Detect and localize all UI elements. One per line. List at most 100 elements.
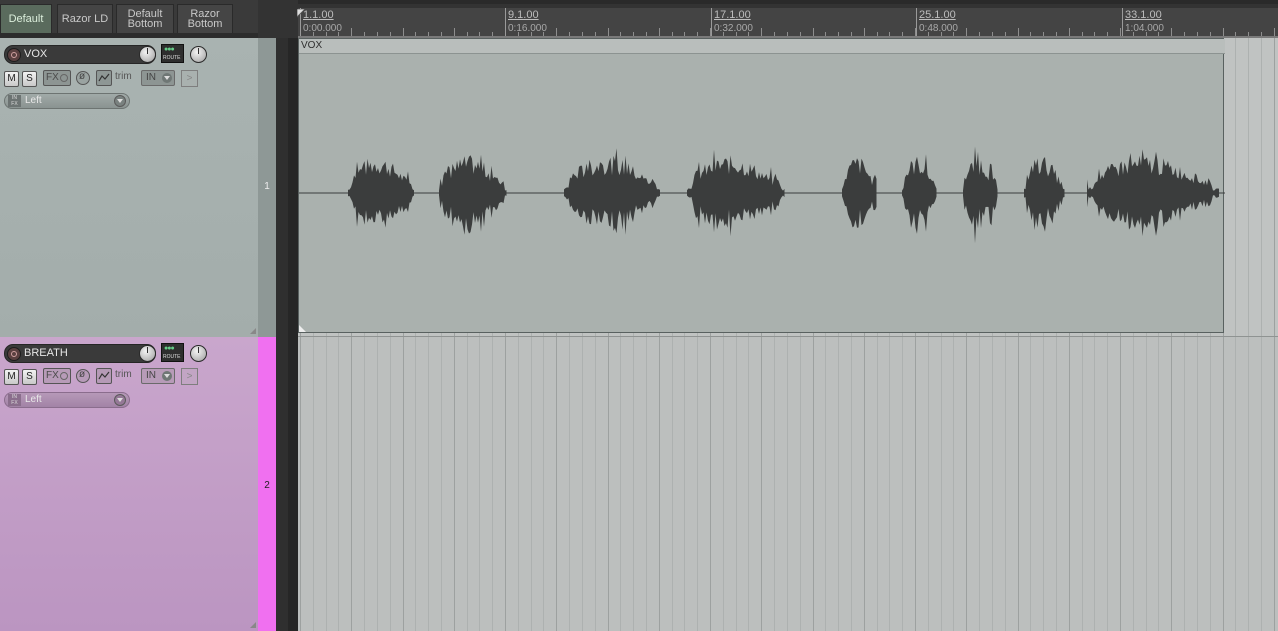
input-channel-value: Left <box>25 95 42 106</box>
ruler-tick <box>556 28 558 36</box>
input-fx-button[interactable]: IN <box>141 368 175 384</box>
grid-line <box>1260 38 1262 631</box>
volume-knob[interactable] <box>139 46 156 63</box>
input-channel-value: Left <box>25 394 42 405</box>
track-number-strip[interactable]: 2 <box>258 337 276 631</box>
track-control-panel-breath[interactable]: BREATH ●●● ROUTE M S FX trim IN > INFX L… <box>0 337 258 631</box>
ruler-tick <box>1171 28 1173 36</box>
track-name-box[interactable]: VOX <box>4 45 156 64</box>
tcp-arrange-divider-shadow <box>288 38 298 631</box>
ruler-time-label: 1:04.000 <box>1125 23 1164 34</box>
track-lane-breath[interactable] <box>298 337 1278 631</box>
track-name[interactable]: VOX <box>24 48 47 60</box>
envelope-label: trim <box>115 71 132 82</box>
fx-button[interactable]: FX <box>43 368 71 384</box>
edit-cursor-icon[interactable] <box>297 9 305 19</box>
ruler-time-label: 0:48.000 <box>919 23 958 34</box>
mute-button[interactable]: M <box>4 71 19 87</box>
input-label: IN <box>146 72 156 83</box>
record-arm-icon[interactable] <box>7 48 21 62</box>
ruler-tick <box>966 28 968 36</box>
ruler-tick <box>351 28 353 36</box>
fx-bypass-icon[interactable] <box>60 74 68 82</box>
ruler-tick <box>863 28 865 36</box>
ruler-tick <box>402 28 404 36</box>
send-icon[interactable]: > <box>181 70 198 87</box>
solo-button[interactable]: S <box>22 369 37 385</box>
record-arm-icon[interactable] <box>7 347 21 361</box>
pan-knob[interactable] <box>190 345 207 362</box>
track-name-box[interactable]: BREATH <box>4 344 156 363</box>
ruler-time-label: 0:32.000 <box>714 23 753 34</box>
screenset-tab-default[interactable]: Default <box>0 4 52 34</box>
ruler-measure-line <box>916 8 917 36</box>
ruler-measure-line <box>505 8 506 36</box>
envelope-button[interactable]: trim <box>96 368 136 384</box>
input-channel-select[interactable]: IN FX Left <box>4 392 130 408</box>
arrange-view[interactable]: VOX <box>298 38 1278 631</box>
track-control-panel-vox[interactable]: VOX ●●● ROUTE M S FX trim IN > INFX Left <box>0 38 258 337</box>
pan-knob[interactable] <box>190 46 207 63</box>
waveform-segment <box>687 149 785 237</box>
screenset-tab-label: Razor LD <box>61 13 109 25</box>
chevron-down-icon <box>114 394 126 406</box>
ruler-tick <box>453 28 455 36</box>
ruler-tick <box>1273 28 1275 36</box>
route-button[interactable]: ●●● ROUTE <box>161 343 184 362</box>
resize-grip-icon[interactable] <box>250 622 256 628</box>
phase-icon[interactable] <box>76 71 90 85</box>
ruler-measure-label: 9.1.00 <box>508 9 539 21</box>
solo-button[interactable]: S <box>22 71 37 87</box>
send-icon[interactable]: > <box>181 368 198 385</box>
media-item-header[interactable]: VOX <box>299 39 1225 54</box>
fade-in-handle-icon[interactable] <box>299 325 306 332</box>
chevron-down-icon <box>162 73 172 83</box>
screenset-tab-razor-bottom[interactable]: Razor Bottom <box>177 4 233 34</box>
waveform-segment <box>439 154 507 235</box>
volume-knob[interactable] <box>139 345 156 362</box>
route-label: ROUTE <box>163 354 181 360</box>
fx-label: FX <box>46 72 59 83</box>
track-number: 1 <box>264 181 270 192</box>
media-item-name: VOX <box>301 40 323 51</box>
fx-bypass-icon[interactable] <box>60 372 68 380</box>
timeline-ruler[interactable]: 1.1.00 0:00.000 9.1.00 0:16.000 17.1.00 0:32.… <box>298 8 1278 38</box>
ruler-measure-label: 25.1.00 <box>919 9 956 21</box>
resize-grip-icon[interactable] <box>250 328 256 334</box>
ruler-tick <box>1120 28 1121 36</box>
screenset-tab-default-bottom[interactable]: Default Bottom <box>116 4 174 34</box>
envelope-icon <box>96 70 112 86</box>
route-button[interactable]: ●●● ROUTE <box>161 44 184 63</box>
envelope-button[interactable]: trim <box>96 70 136 86</box>
ruler-measure-label: 17.1.00 <box>714 9 751 21</box>
ruler-tick <box>1068 28 1070 36</box>
waveform-segment <box>1087 149 1219 237</box>
media-item-vox[interactable]: VOX <box>298 38 1225 333</box>
route-io-icon: ●●● <box>164 46 175 53</box>
screenset-tab-label: Razor Bottom <box>187 8 223 30</box>
mute-button[interactable]: M <box>4 369 19 385</box>
input-fx-icon: IN FX <box>8 95 21 107</box>
ruler-measure-label: 1.1.00 <box>303 9 334 21</box>
waveform-segment <box>842 158 877 228</box>
phase-icon[interactable] <box>76 369 90 383</box>
ruler-time-label: 0:00.000 <box>303 23 342 34</box>
fx-button[interactable]: FX <box>43 70 71 86</box>
waveform-segment <box>1024 157 1065 232</box>
screenset-tab-label: Default Bottom <box>127 8 163 30</box>
track-number: 2 <box>264 480 270 491</box>
grid-line <box>1235 38 1237 631</box>
screenset-tab-razor-ld[interactable]: Razor LD <box>57 4 113 34</box>
waveform-segment <box>902 154 937 234</box>
input-label: IN <box>146 370 156 381</box>
input-fx-icon: IN FX <box>8 394 21 406</box>
ruler-tick <box>761 28 763 36</box>
track-name[interactable]: BREATH <box>24 347 68 359</box>
daw-window: Default Razor LD Default Bottom Razor Bo… <box>0 0 1278 631</box>
track-number-strip[interactable]: 1 <box>258 38 276 337</box>
grid-line <box>1248 38 1250 631</box>
input-fx-button[interactable]: IN <box>141 70 175 86</box>
input-channel-select[interactable]: IN FX Left <box>4 93 130 109</box>
ruler-tick <box>1222 28 1224 36</box>
envelope-icon <box>96 368 112 384</box>
